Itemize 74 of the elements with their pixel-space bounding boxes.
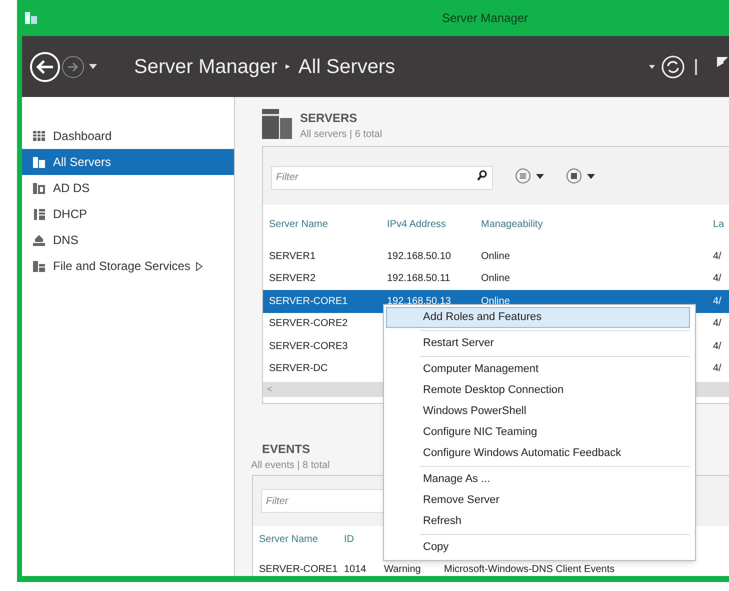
caret-icon: [536, 174, 544, 178]
menu-item[interactable]: Configure NIC Teaming: [386, 422, 690, 443]
sidebar-item[interactable]: DNS: [22, 227, 234, 253]
back-button[interactable]: [30, 52, 60, 82]
expand-arrow-icon[interactable]: [196, 262, 204, 270]
sidebar-item[interactable]: DHCP: [22, 201, 234, 227]
table-cell-text: Online: [481, 250, 511, 264]
section-subtitle: All events | 8 total: [251, 459, 330, 473]
refresh-icon[interactable]: [661, 54, 685, 78]
table-cell-text: Microsoft-Windows-DNS Client Events: [444, 562, 616, 576]
table-cell-text: SERVER-CORE1: [259, 562, 339, 576]
table-cell-text: SERVER2: [269, 272, 317, 286]
menu-item[interactable]: Add Roles and Features: [386, 307, 690, 328]
servers-icon: [33, 156, 45, 168]
table-cell-text: SERVER-CORE1: [269, 294, 349, 309]
breadcrumb-current: All Servers: [298, 54, 396, 80]
menu-item[interactable]: Copy: [386, 537, 690, 558]
table-cell-text: 192.168.50.13: [387, 294, 452, 309]
storage-icon: [33, 260, 45, 272]
sidebar-item[interactable]: All Servers: [22, 149, 234, 175]
sidebar-item[interactable]: AD DS: [22, 175, 234, 201]
column-header[interactable]: Manageability: [481, 216, 713, 232]
forward-button[interactable]: [62, 56, 84, 78]
breadcrumb-separator: ▸: [285, 60, 290, 73]
table-cell-text: Online: [481, 294, 511, 309]
column-header[interactable]: Server Name: [259, 532, 344, 546]
table-cell-text: Online: [481, 272, 511, 286]
table-cell-text: 4/: [713, 362, 722, 376]
caret-icon: [587, 174, 595, 178]
table-cell-text: Warning: [384, 562, 422, 576]
forward-arrow-icon: [67, 62, 79, 72]
table-cell-text: SERVER-CORE2: [269, 317, 349, 332]
breadcrumb-root[interactable]: Server Manager: [134, 52, 278, 82]
search-icon[interactable]: [477, 170, 487, 181]
list-options-button[interactable]: [515, 168, 544, 184]
table-cell-text: 4/: [713, 250, 722, 264]
table-cell-text: 1014: [344, 562, 368, 576]
table-cell-text: 4/: [713, 272, 722, 286]
dropdown-caret-icon[interactable]: [649, 64, 655, 68]
table-cell-text: 4/: [713, 294, 722, 309]
filter-field[interactable]: Filter: [271, 166, 493, 190]
window-title: Server Manager: [442, 10, 528, 27]
sidebar-item[interactable]: File and Storage Services: [22, 253, 234, 279]
table-row[interactable]: SERVER2 192.168.50.11 Online 4/: [263, 268, 729, 290]
table-cell-text: 192.168.50.11: [387, 272, 452, 286]
section-title: SERVERS: [300, 110, 358, 127]
column-header[interactable]: Server Name: [269, 216, 387, 232]
dashboard-icon: [33, 130, 45, 142]
table-cell-text: SERVER1: [269, 250, 317, 264]
dropdown-caret-icon[interactable]: [89, 64, 97, 69]
menu-item[interactable]: Manage As ...: [386, 469, 690, 490]
menu-item[interactable]: Remote Desktop Connection: [386, 380, 690, 401]
section-title: EVENTS: [262, 441, 310, 458]
server-icon: [33, 182, 45, 194]
column-header[interactable]: ID: [344, 532, 384, 546]
server-icon: [33, 208, 45, 220]
app-icon: [24, 11, 38, 25]
menu-item[interactable]: Refresh: [386, 511, 690, 532]
table-cell-text: 192.168.50.10: [387, 250, 452, 264]
table-cell-text: 4/: [713, 317, 722, 332]
section-subtitle: All servers | 6 total: [300, 128, 382, 142]
table-row[interactable]: SERVER1 192.168.50.10 Online 4/: [263, 245, 729, 268]
column-header[interactable]: IPv4 Address: [387, 216, 481, 232]
column-header[interactable]: La: [713, 216, 729, 232]
back-arrow-icon: [36, 60, 54, 74]
sidebar-item[interactable]: Dashboard: [22, 123, 234, 149]
menu-item[interactable]: Windows PowerShell: [386, 401, 690, 422]
menu-item[interactable]: Computer Management: [386, 359, 690, 380]
table-cell-text: 4/: [713, 340, 722, 354]
servers-icon: [262, 109, 292, 139]
menu-item[interactable]: Restart Server: [386, 333, 690, 354]
save-options-button[interactable]: [566, 168, 595, 184]
network-icon: [33, 234, 45, 246]
menu-item[interactable]: Configure Windows Automatic Feedback: [386, 443, 690, 464]
